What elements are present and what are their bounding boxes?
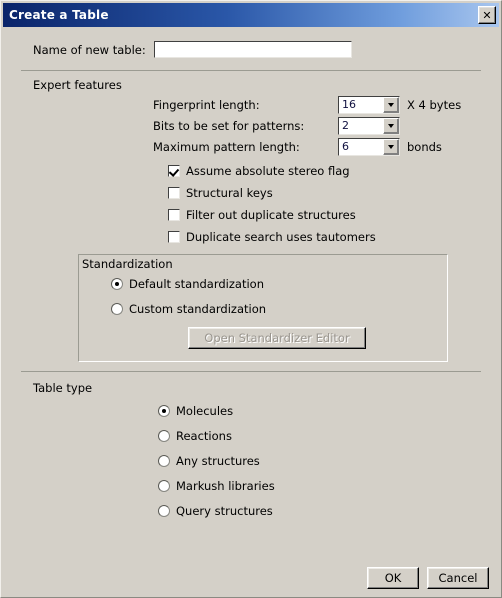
max-pattern-length-label: Maximum pattern length: bbox=[153, 139, 300, 154]
custom-standardization-label: Custom standardization bbox=[129, 301, 267, 316]
table-type-any-structures-radio[interactable] bbox=[158, 454, 170, 467]
table-type-label: Table type bbox=[33, 381, 93, 395]
open-standardizer-editor-button[interactable]: Open Standardizer Editor bbox=[188, 327, 366, 349]
filter-duplicates-row[interactable]: Filter out duplicate structures bbox=[13, 204, 489, 226]
standardizer-editor-row: Open Standardizer Editor bbox=[79, 327, 447, 349]
max-pattern-length-suffix: bonds bbox=[407, 139, 442, 154]
create-table-dialog: Create a Table ✕ Name of new table: Expe… bbox=[0, 0, 502, 598]
title-bar: Create a Table ✕ bbox=[3, 3, 499, 27]
table-type-any-structures-label: Any structures bbox=[176, 453, 260, 468]
table-type-query-label: Query structures bbox=[176, 503, 273, 518]
structural-keys-row[interactable]: Structural keys bbox=[13, 182, 489, 204]
table-type-markush-label: Markush libraries bbox=[176, 478, 275, 493]
structural-keys-label: Structural keys bbox=[186, 186, 273, 200]
table-type-molecules-row[interactable]: Molecules bbox=[13, 398, 489, 423]
table-type-molecules-label: Molecules bbox=[176, 403, 234, 418]
table-type-markush-radio[interactable] bbox=[158, 479, 170, 492]
default-standardization-label: Default standardization bbox=[129, 276, 264, 291]
chevron-down-icon[interactable] bbox=[383, 96, 399, 113]
assume-absolute-stereo-checkbox[interactable] bbox=[168, 165, 180, 177]
default-standardization-radio[interactable] bbox=[111, 277, 123, 290]
ok-button[interactable]: OK bbox=[367, 567, 419, 589]
table-type-heading: Table type bbox=[13, 372, 489, 398]
default-standardization-row[interactable]: Default standardization bbox=[79, 271, 447, 296]
fingerprint-length-select[interactable]: 16 bbox=[338, 95, 400, 114]
table-type-reactions-label: Reactions bbox=[176, 428, 232, 443]
close-icon[interactable]: ✕ bbox=[478, 6, 496, 24]
max-pattern-length-value: 6 bbox=[342, 140, 349, 153]
custom-standardization-row[interactable]: Custom standardization bbox=[79, 296, 447, 321]
cancel-button[interactable]: Cancel bbox=[427, 567, 489, 589]
fingerprint-length-label: Fingerprint length: bbox=[153, 97, 260, 112]
bits-per-pattern-row: Bits to be set for patterns: 2 bbox=[13, 116, 489, 135]
table-type-molecules-radio[interactable] bbox=[158, 404, 170, 417]
chevron-down-icon[interactable] bbox=[383, 117, 399, 134]
table-type-reactions-row[interactable]: Reactions bbox=[13, 423, 489, 448]
expert-features-label: Expert features bbox=[33, 78, 122, 92]
fingerprint-length-suffix: X 4 bytes bbox=[407, 97, 462, 112]
standardization-group: Standardization Default standardization … bbox=[78, 254, 448, 362]
table-name-row: Name of new table: bbox=[13, 27, 489, 70]
structural-keys-checkbox[interactable] bbox=[168, 187, 180, 199]
expert-features-heading: Expert features bbox=[13, 71, 489, 95]
custom-standardization-radio[interactable] bbox=[111, 302, 123, 315]
bits-per-pattern-select[interactable]: 2 bbox=[338, 116, 400, 135]
dialog-content: Name of new table: Expert features Finge… bbox=[1, 27, 501, 597]
chevron-down-icon[interactable] bbox=[383, 138, 399, 155]
fingerprint-length-value: 16 bbox=[342, 98, 356, 111]
filter-duplicates-label: Filter out duplicate structures bbox=[186, 208, 356, 222]
duplicate-tautomers-label: Duplicate search uses tautomers bbox=[186, 230, 376, 244]
table-type-query-radio[interactable] bbox=[158, 504, 170, 517]
duplicate-tautomers-checkbox[interactable] bbox=[168, 231, 180, 243]
filter-duplicates-checkbox[interactable] bbox=[168, 209, 180, 221]
table-type-markush-row[interactable]: Markush libraries bbox=[13, 473, 489, 498]
assume-absolute-stereo-label: Assume absolute stereo flag bbox=[186, 164, 350, 178]
dialog-title: Create a Table bbox=[9, 8, 109, 22]
fingerprint-length-row: Fingerprint length: 16 X 4 bytes bbox=[13, 95, 489, 114]
table-name-label: Name of new table: bbox=[33, 42, 146, 57]
max-pattern-length-select[interactable]: 6 bbox=[338, 137, 400, 156]
table-type-query-row[interactable]: Query structures bbox=[13, 498, 489, 523]
table-type-reactions-radio[interactable] bbox=[158, 429, 170, 442]
assume-absolute-stereo-row[interactable]: Assume absolute stereo flag bbox=[13, 160, 489, 182]
standardization-group-title: Standardization bbox=[82, 257, 173, 271]
max-pattern-length-row: Maximum pattern length: 6 bonds bbox=[13, 137, 489, 156]
bits-per-pattern-value: 2 bbox=[342, 119, 349, 132]
dialog-footer: OK Cancel bbox=[367, 567, 489, 589]
bits-per-pattern-label: Bits to be set for patterns: bbox=[153, 118, 305, 133]
duplicate-tautomers-row[interactable]: Duplicate search uses tautomers bbox=[13, 226, 489, 248]
table-type-any-structures-row[interactable]: Any structures bbox=[13, 448, 489, 473]
table-name-input[interactable] bbox=[153, 41, 352, 58]
